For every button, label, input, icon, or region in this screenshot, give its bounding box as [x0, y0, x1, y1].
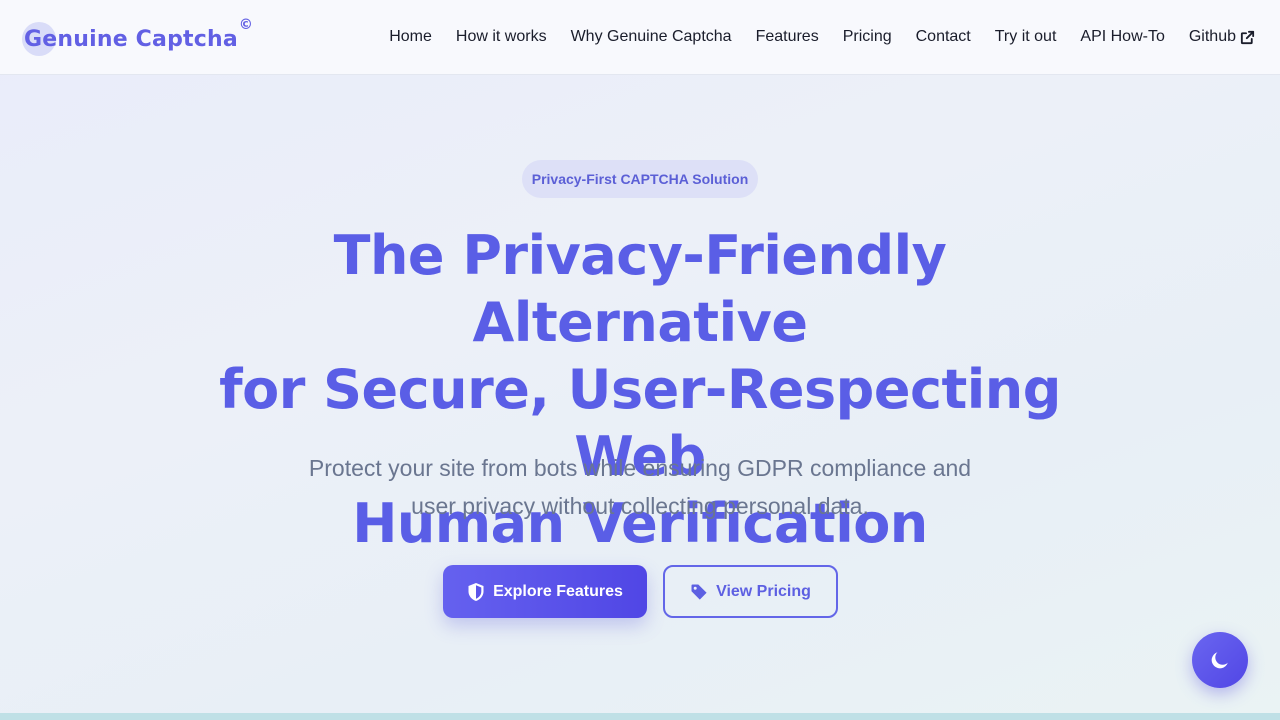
logo[interactable]: Genuine Captcha © — [22, 17, 253, 56]
hero-subtitle-line-1: Protect your site from bots while ensuri… — [308, 455, 972, 481]
logo-text: Genuine Captcha — [24, 26, 238, 52]
shield-icon — [467, 582, 485, 602]
next-section-edge — [0, 713, 1280, 720]
theme-toggle-button[interactable] — [1192, 632, 1248, 688]
tag-icon — [690, 583, 708, 601]
site-header: Genuine Captcha © Home How it works Why … — [0, 0, 1280, 75]
nav-try-it-out[interactable]: Try it out — [995, 28, 1057, 46]
hero-subtitle: Protect your site from bots while ensuri… — [280, 449, 1000, 525]
nav-features[interactable]: Features — [756, 28, 819, 46]
nav-how-it-works[interactable]: How it works — [456, 28, 547, 46]
nav-pricing[interactable]: Pricing — [843, 28, 892, 46]
view-pricing-label: View Pricing — [716, 582, 811, 600]
copyright-mark: © — [238, 16, 254, 33]
main-nav: Home How it works Why Genuine Captcha Fe… — [389, 28, 1256, 46]
nav-contact[interactable]: Contact — [916, 28, 971, 46]
hero-badge: Privacy-First CAPTCHA Solution — [522, 160, 758, 198]
hero-title-line-1: The Privacy-Friendly Alternative — [333, 224, 947, 354]
nav-github[interactable]: Github — [1189, 28, 1256, 46]
moon-icon — [1209, 649, 1231, 671]
nav-why-genuine-captcha[interactable]: Why Genuine Captcha — [571, 28, 732, 46]
hero-subtitle-line-2: user privacy without collecting personal… — [411, 493, 869, 519]
external-link-icon — [1239, 29, 1256, 46]
view-pricing-button[interactable]: View Pricing — [663, 565, 838, 618]
explore-features-label: Explore Features — [493, 582, 623, 600]
explore-features-button[interactable]: Explore Features — [443, 565, 647, 618]
nav-api-how-to[interactable]: API How-To — [1080, 28, 1164, 46]
nav-github-label: Github — [1188, 28, 1236, 45]
nav-home[interactable]: Home — [389, 28, 432, 46]
